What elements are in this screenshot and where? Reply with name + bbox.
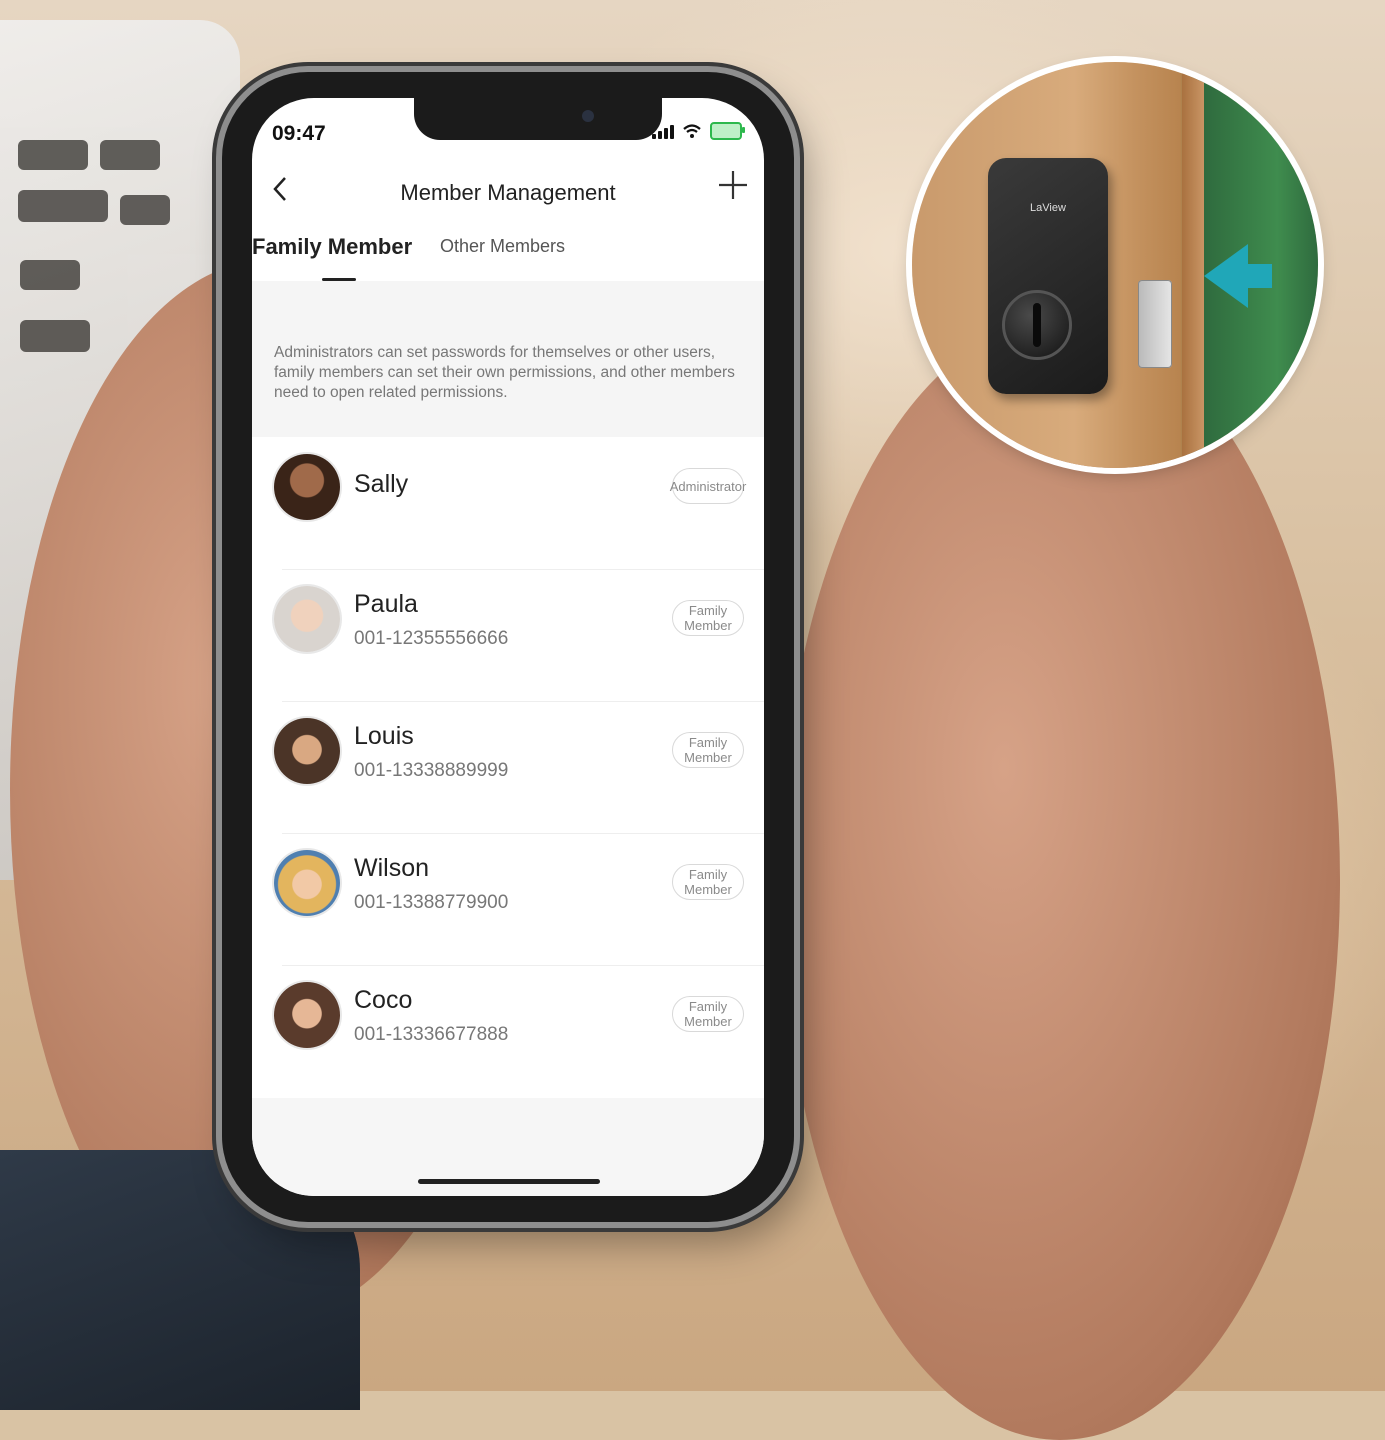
page-title: Member Management	[400, 180, 616, 205]
notice-text: Administrators can set passwords for the…	[274, 344, 735, 401]
member-tabs: Family Member Other Members	[252, 228, 764, 284]
avatar	[274, 718, 340, 784]
member-phone: 001-12355556666	[354, 628, 509, 649]
tab-family-member[interactable]: Family Member	[252, 234, 412, 260]
member-phone: 001-13388779900	[354, 892, 509, 913]
role-badge: Family Member	[672, 864, 744, 900]
role-badge: Administrator	[670, 468, 746, 504]
permissions-notice: Administrators can set passwords for the…	[252, 281, 764, 437]
smartphone: 09:47 Member Management Family Member Ot…	[222, 72, 794, 1222]
lock-brand-logo: LaView	[1030, 202, 1066, 214]
phone-screen: 09:47 Member Management Family Member Ot…	[252, 98, 764, 1196]
arrow-tail	[1246, 264, 1272, 288]
arrow-icon	[1204, 244, 1248, 308]
smart-lock-inset: LaView	[912, 62, 1318, 468]
avatar	[274, 982, 340, 1048]
list-item[interactable]: Wilson 001-13388779900 Family Member	[252, 834, 764, 966]
smart-lock: LaView	[988, 158, 1108, 394]
status-icons	[652, 122, 745, 140]
battery-icon	[710, 122, 745, 140]
list-item[interactable]: Coco 001-13336677888 Family Member	[252, 966, 764, 1098]
add-member-button[interactable]	[716, 168, 750, 209]
member-name: Wilson	[354, 854, 430, 882]
member-phone: 001-13338889999	[354, 760, 509, 781]
plus-icon	[719, 171, 747, 199]
list-item[interactable]: Louis 001-13338889999 Family Member	[252, 702, 764, 834]
member-name: Paula	[354, 590, 418, 618]
role-badge: Family Member	[672, 600, 744, 636]
right-hand	[780, 320, 1340, 1440]
member-phone: 001-13336677888	[354, 1024, 509, 1045]
list-item[interactable]: Paula 001-12355556666 Family Member	[252, 570, 764, 702]
nav-bar: Member Management	[252, 168, 764, 218]
strike-plate	[1138, 280, 1172, 368]
status-time: 09:47	[272, 122, 326, 145]
thumb-turn-knob	[1002, 290, 1072, 360]
list-item[interactable]: Sally Administrator	[252, 438, 764, 570]
wifi-icon	[683, 124, 701, 138]
signal-icon	[652, 123, 674, 139]
notch	[414, 98, 662, 140]
home-indicator	[418, 1179, 600, 1184]
door-edge	[1182, 62, 1204, 468]
tab-other-members[interactable]: Other Members	[440, 236, 565, 257]
avatar	[274, 850, 340, 916]
member-name: Louis	[354, 722, 414, 750]
role-badge: Family Member	[672, 996, 744, 1032]
role-badge: Family Member	[672, 732, 744, 768]
avatar	[274, 586, 340, 652]
member-name: Coco	[354, 986, 413, 1014]
member-name: Sally	[354, 470, 409, 498]
avatar	[274, 454, 340, 520]
